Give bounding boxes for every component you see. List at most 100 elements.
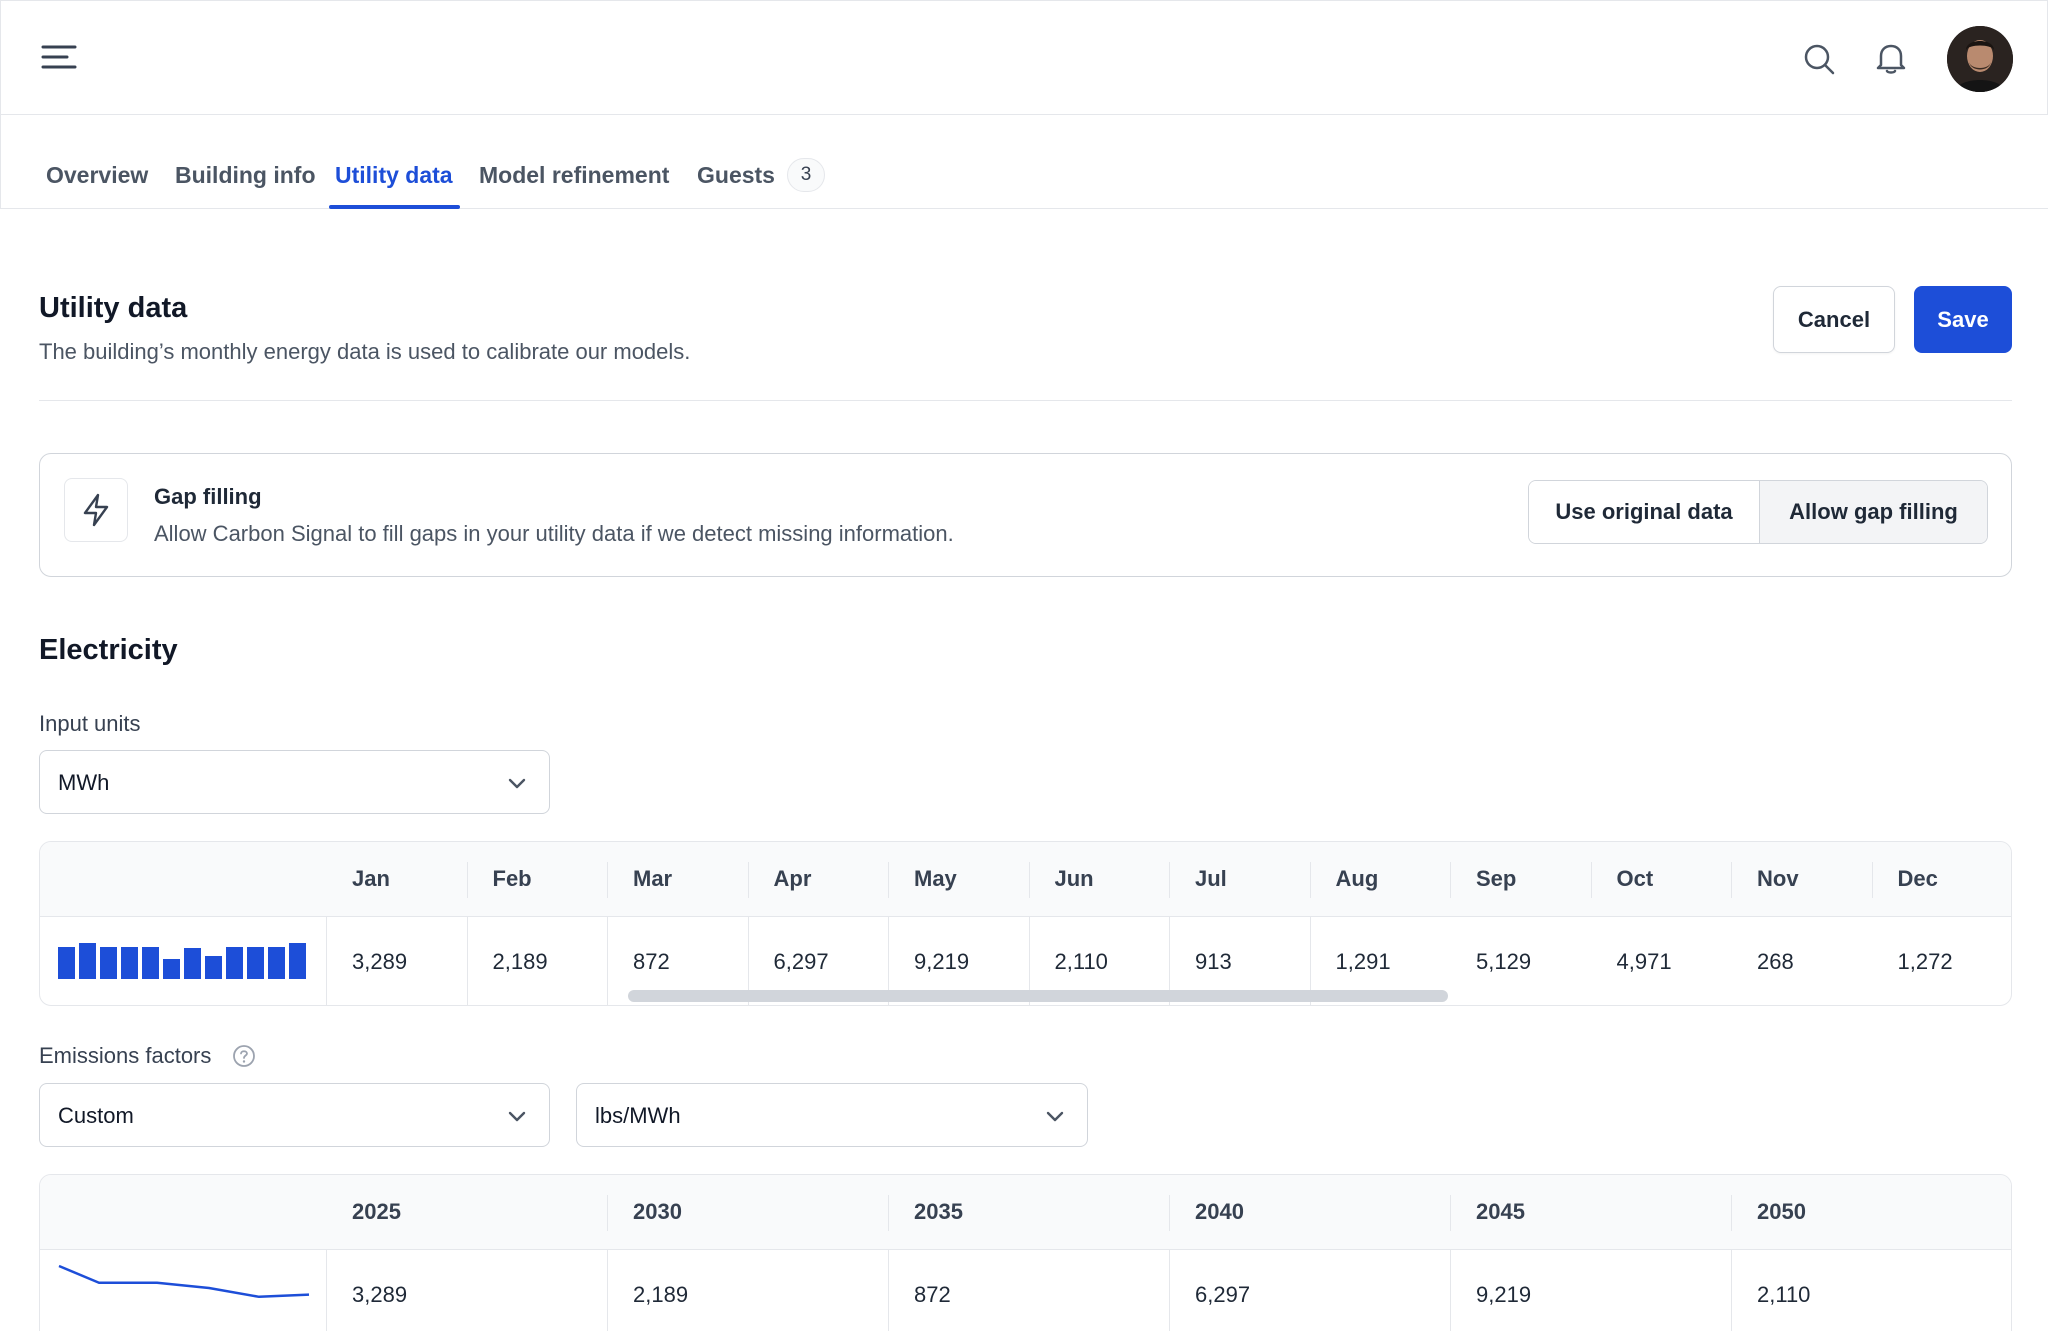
cell-value-2030: 2,189 xyxy=(633,1282,689,1307)
tab-utility-data[interactable]: Utility data xyxy=(335,162,453,189)
sparkline-bar xyxy=(205,956,222,979)
electricity-monthly-table: Jan Feb Mar Apr May Jun Jul Aug Sep Oct Nov Dec 3,2… xyxy=(39,841,2012,1006)
hamburger-menu-icon[interactable] xyxy=(41,43,77,73)
header-divider xyxy=(888,862,889,898)
column-header-2025: 2025 xyxy=(352,1199,401,1224)
column-header-2030: 2030 xyxy=(633,1199,682,1224)
column-divider xyxy=(1450,1250,1451,1331)
cell-value-sep: 5,129 xyxy=(1476,949,1532,974)
cell-value-2050: 2,110 xyxy=(1757,1282,1811,1307)
header-divider xyxy=(1169,862,1170,898)
column-divider xyxy=(326,1250,327,1331)
header-divider xyxy=(607,862,608,898)
column-header-sep: Sep xyxy=(1476,866,1517,891)
horizontal-scrollbar[interactable] xyxy=(628,990,1448,1002)
sparkline-bar xyxy=(289,943,306,979)
column-divider xyxy=(1169,1250,1170,1331)
column-header-jan: Jan xyxy=(352,866,390,891)
table-header: Jan Feb Mar Apr May Jun Jul Aug Sep Oct Nov Dec xyxy=(40,842,2011,917)
sparkline-bar xyxy=(100,947,117,979)
column-header-oct: Oct xyxy=(1616,866,1654,891)
avatar[interactable] xyxy=(1947,26,2013,92)
header-divider xyxy=(607,1195,608,1231)
input-units-select[interactable]: MWh xyxy=(39,750,550,814)
electricity-heading: Electricity xyxy=(39,634,178,666)
header-divider xyxy=(1450,862,1451,898)
column-divider xyxy=(466,917,468,1005)
header-divider xyxy=(1590,862,1592,898)
emissions-factor-select[interactable]: Custom xyxy=(39,1083,550,1147)
header-divider xyxy=(1871,862,1873,898)
cell-value-may: 9,219 xyxy=(914,949,970,974)
tab-bar: Overview Building info Utility data Mode… xyxy=(0,115,2048,209)
column-divider xyxy=(607,917,608,1005)
column-header-jul: Jul xyxy=(1195,866,1227,891)
sparkline-line xyxy=(58,1264,310,1299)
tab-building-info[interactable]: Building info xyxy=(175,162,316,189)
cell-value-mar: 872 xyxy=(633,949,670,974)
chevron-down-icon xyxy=(508,1111,526,1122)
chevron-down-icon xyxy=(1046,1111,1064,1122)
column-divider xyxy=(1731,1250,1732,1331)
tab-overview[interactable]: Overview xyxy=(46,162,148,189)
sparkline-bar xyxy=(184,948,201,979)
cell-value-2040: 6,297 xyxy=(1195,1282,1251,1307)
sparkline-bar xyxy=(142,947,159,979)
column-header-dec: Dec xyxy=(1897,866,1938,891)
cell-value-jul: 913 xyxy=(1195,949,1232,974)
column-header-2050: 2050 xyxy=(1757,1199,1806,1224)
cell-value-aug: 1,291 xyxy=(1335,949,1391,974)
cell-value-2025: 3,289 xyxy=(352,1282,408,1307)
emissions-unit-value: lbs/MWh xyxy=(595,1103,681,1128)
search-icon[interactable] xyxy=(1803,43,1835,75)
active-tab-indicator xyxy=(329,205,460,209)
header-divider xyxy=(1169,1195,1170,1231)
column-divider xyxy=(888,1250,889,1331)
cancel-button[interactable]: Cancel xyxy=(1773,286,1895,353)
cell-value-jun: 2,110 xyxy=(1054,949,1108,974)
column-header-aug: Aug xyxy=(1335,866,1379,891)
cell-value-oct: 4,971 xyxy=(1616,949,1672,974)
emissions-factors-label: Emissions factors xyxy=(39,1043,212,1068)
page-subtitle: The building’s monthly energy data is us… xyxy=(39,339,691,364)
header-divider xyxy=(747,862,749,898)
bell-icon[interactable] xyxy=(1875,41,1907,75)
column-header-2040: 2040 xyxy=(1195,1199,1244,1224)
column-header-jun: Jun xyxy=(1054,866,1094,891)
header-divider xyxy=(466,862,468,898)
use-original-data-option[interactable]: Use original data xyxy=(1529,481,1760,543)
cell-value-dec: 1,272 xyxy=(1897,949,1953,974)
sparkline-bar xyxy=(79,943,96,979)
cell-value-2045: 9,219 xyxy=(1476,1282,1532,1307)
emissions-sparkline xyxy=(58,1264,310,1299)
header-divider xyxy=(888,1195,889,1231)
column-header-2045: 2045 xyxy=(1476,1199,1525,1224)
column-divider xyxy=(326,917,327,1005)
cell-value-apr: 6,297 xyxy=(773,949,829,974)
sparkline-bar xyxy=(58,947,75,979)
tab-model-refinement[interactable]: Model refinement xyxy=(479,162,669,189)
cell-value-nov: 268 xyxy=(1757,949,1794,974)
header-divider xyxy=(1450,1195,1451,1231)
tab-guests[interactable]: Guests xyxy=(697,162,775,189)
allow-gap-filling-option[interactable]: Allow gap filling xyxy=(1760,481,1987,543)
column-header-nov: Nov xyxy=(1757,866,1799,891)
question-circle-icon[interactable] xyxy=(232,1044,256,1068)
emissions-unit-select[interactable]: lbs/MWh xyxy=(576,1083,1088,1147)
table-header: 2025 2030 2035 2040 2045 2050 xyxy=(40,1175,2011,1250)
sparkline-bar xyxy=(247,947,264,979)
sparkline-bar xyxy=(268,947,285,979)
sparkline-bar xyxy=(226,947,243,979)
column-header-feb: Feb xyxy=(492,866,532,891)
column-header-may: May xyxy=(914,866,957,891)
sparkline-bar xyxy=(121,947,138,979)
gap-filling-card: Gap filling Allow Carbon Signal to fill … xyxy=(39,453,2012,577)
save-button[interactable]: Save xyxy=(1914,286,2012,353)
header-divider xyxy=(1731,862,1732,898)
top-bar xyxy=(0,0,2048,115)
emissions-factor-value: Custom xyxy=(58,1103,134,1128)
page-title: Utility data xyxy=(39,292,188,324)
column-header-2035: 2035 xyxy=(914,1199,963,1224)
gap-filling-description: Allow Carbon Signal to fill gaps in your… xyxy=(154,521,954,546)
cell-value-2035: 872 xyxy=(914,1282,951,1307)
